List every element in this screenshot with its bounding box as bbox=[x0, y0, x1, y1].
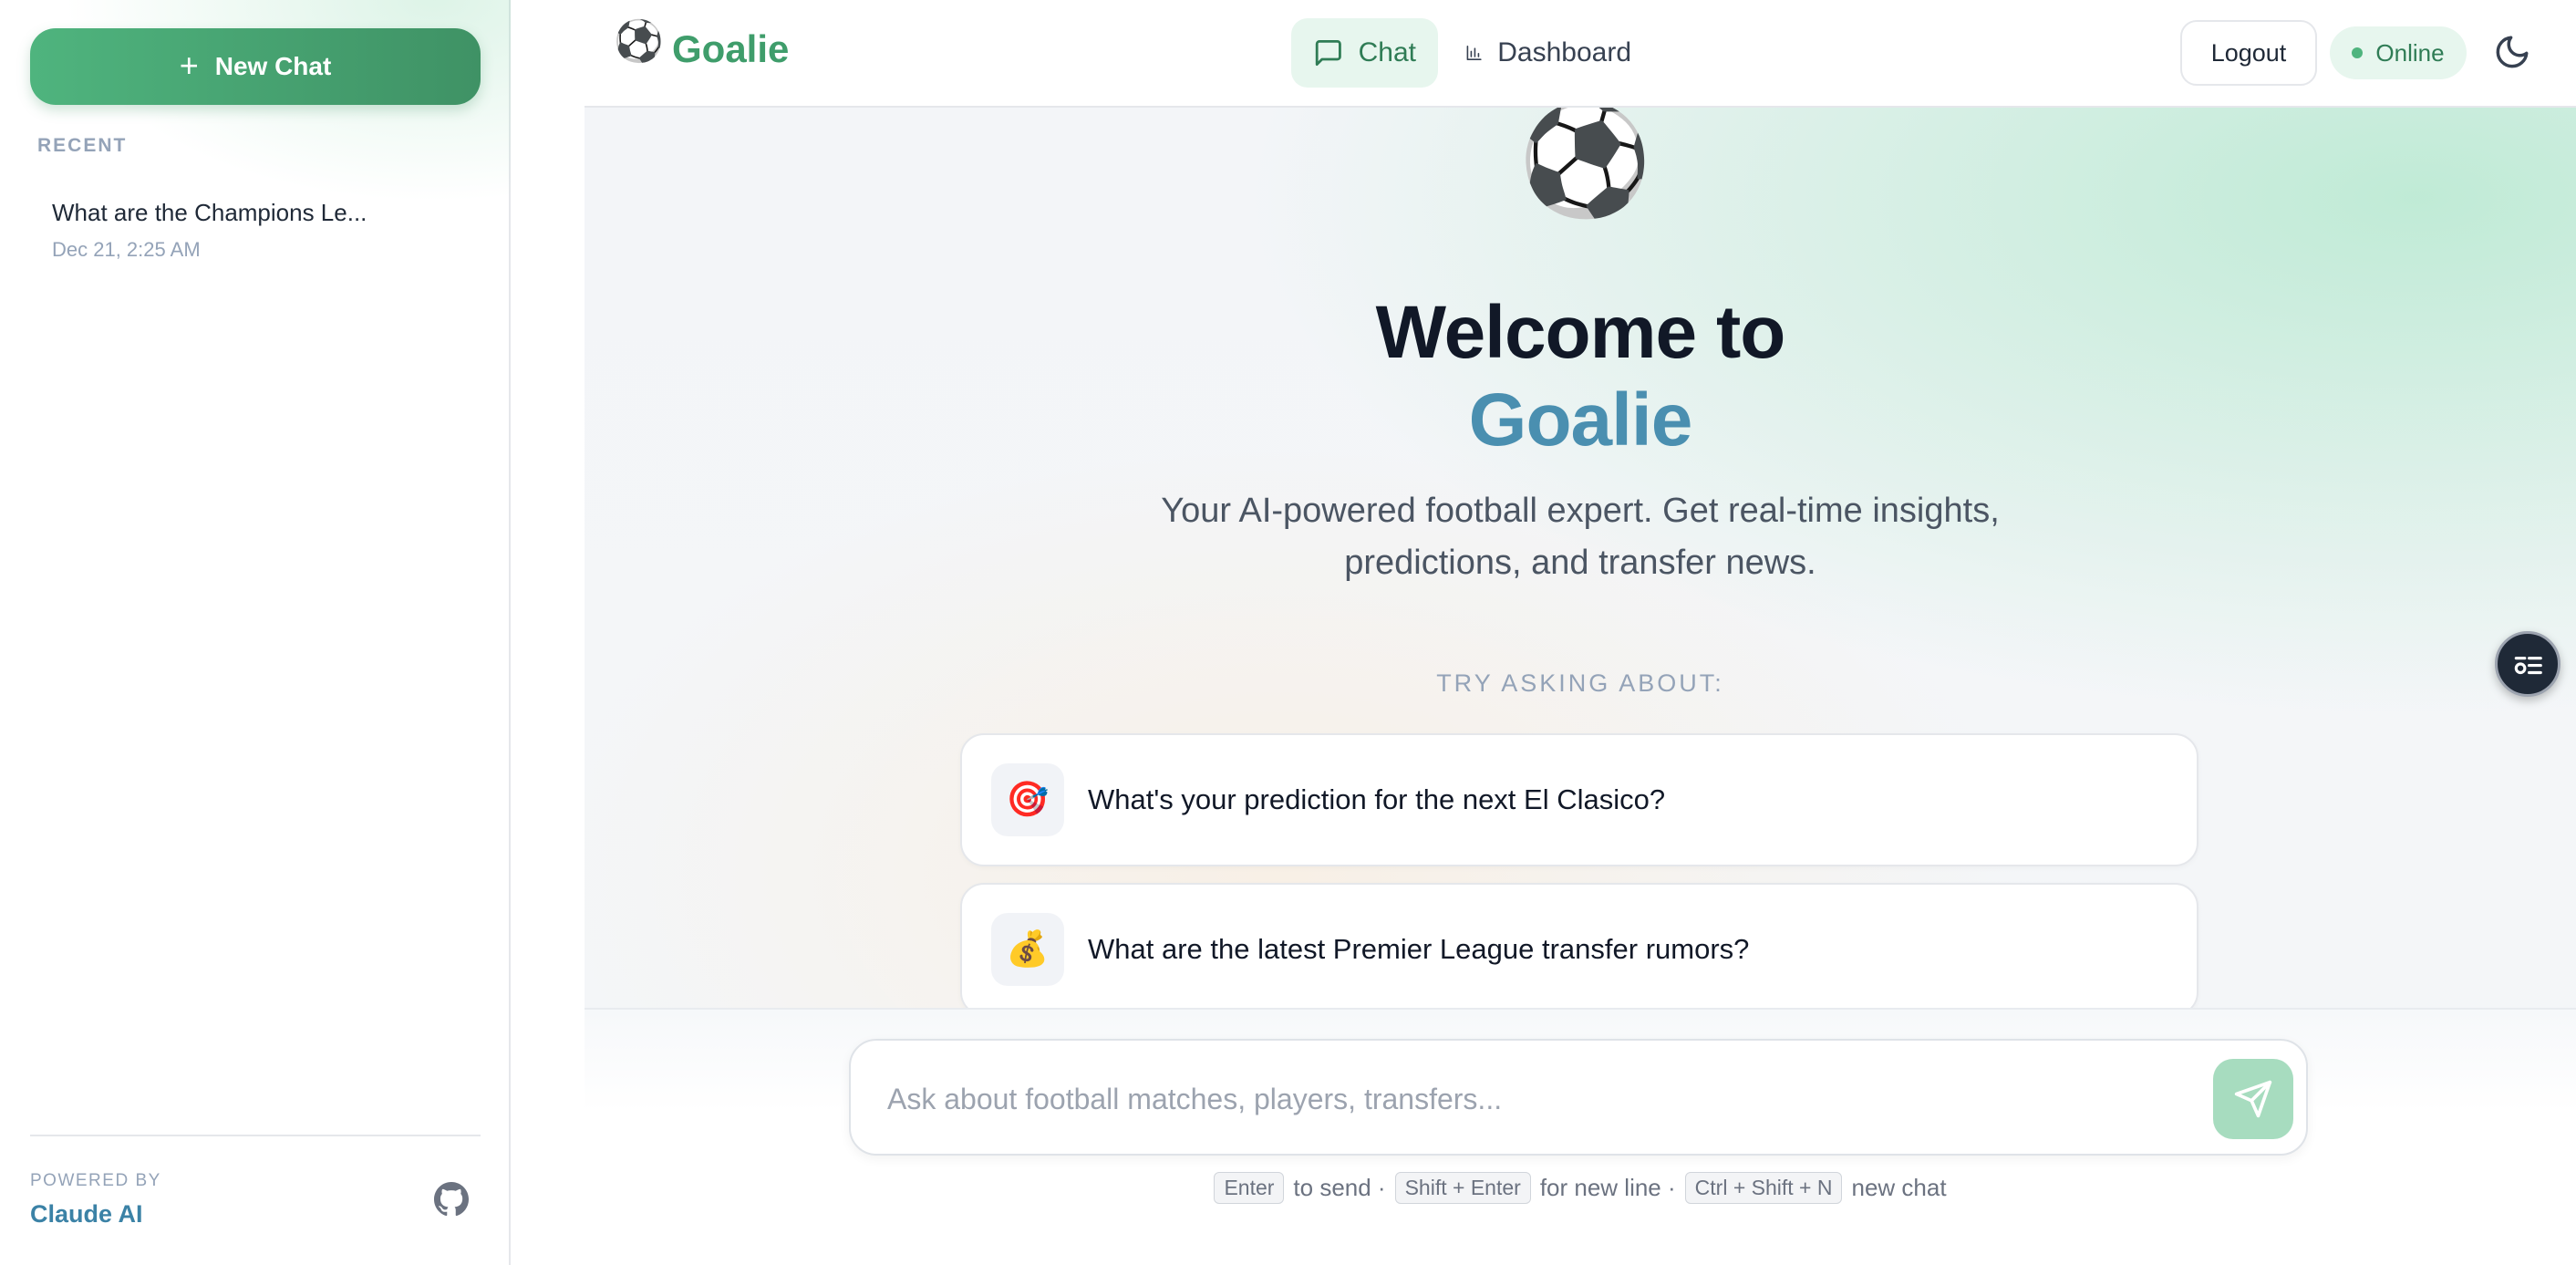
recent-chat-date: Dec 21, 2:25 AM bbox=[52, 238, 201, 261]
toggle-list-icon bbox=[2514, 657, 2542, 675]
status-label: Online bbox=[2375, 38, 2445, 67]
recent-chat-title: What are the Champions Le... bbox=[52, 199, 367, 226]
money-bag-icon: 💰 bbox=[991, 913, 1064, 986]
top-header: ⚽ Goalie Chat Dashboard Logout Online bbox=[585, 0, 2576, 108]
bar-chart-icon bbox=[1466, 45, 1482, 61]
sidebar: + New Chat RECENT What are the Champions… bbox=[0, 0, 511, 1265]
welcome-heading: Welcome to bbox=[1375, 291, 1786, 374]
status-dot bbox=[2352, 47, 2364, 58]
composer: Enter to send · Shift + Enter for new li… bbox=[585, 1008, 2576, 1265]
powered-by-label: POWERED BY bbox=[30, 1171, 161, 1190]
tab-dashboard-label: Dashboard bbox=[1497, 37, 1631, 67]
hint-text: for new line · bbox=[1539, 1174, 1676, 1201]
chat-bubble-icon bbox=[1315, 39, 1341, 67]
tab-dashboard[interactable]: Dashboard bbox=[1443, 18, 1653, 88]
hint-text: new chat bbox=[1851, 1174, 1947, 1201]
soccer-ball-hero-icon: ⚽ bbox=[1518, 108, 1652, 221]
logout-button[interactable]: Logout bbox=[2180, 20, 2317, 86]
plus-icon: + bbox=[179, 46, 199, 84]
status-badge: Online bbox=[2330, 26, 2467, 79]
github-icon[interactable] bbox=[434, 1182, 469, 1217]
recent-chat-item[interactable]: What are the Champions Le... Dec 21, 2:2… bbox=[30, 186, 481, 268]
send-icon bbox=[2234, 1080, 2272, 1118]
suggestion-text: What are the latest Premier League trans… bbox=[1088, 933, 1750, 965]
new-chat-button[interactable]: + New Chat bbox=[30, 28, 481, 105]
floating-toggle-button[interactable] bbox=[2495, 631, 2560, 697]
welcome-subtitle: Your AI-powered football expert. Get rea… bbox=[1161, 492, 2000, 582]
kbd-shift-enter: Shift + Enter bbox=[1394, 1172, 1531, 1204]
target-icon: 🎯 bbox=[991, 763, 1064, 836]
main-content: ⚽ Welcome to Goalie Your AI-powered foot… bbox=[585, 108, 2576, 1008]
claude-ai-link[interactable]: Claude AI bbox=[30, 1200, 143, 1229]
new-chat-label: New Chat bbox=[214, 52, 332, 80]
suggestion-card[interactable]: 💰 What are the latest Premier League tra… bbox=[960, 883, 2198, 1008]
send-button[interactable] bbox=[2213, 1059, 2293, 1139]
moon-icon[interactable] bbox=[2493, 33, 2531, 71]
sidebar-divider bbox=[30, 1135, 481, 1136]
hint-text: to send · bbox=[1293, 1174, 1386, 1201]
suggestion-card[interactable]: 🎯 What's your prediction for the next El… bbox=[960, 733, 2198, 866]
soccer-ball-logo-icon: ⚽ bbox=[614, 19, 664, 64]
chat-input-box bbox=[849, 1039, 2308, 1156]
brand-name[interactable]: Goalie bbox=[672, 27, 789, 71]
tab-chat-label: Chat bbox=[1358, 37, 1416, 67]
recent-heading: RECENT bbox=[37, 135, 128, 156]
tab-chat[interactable]: Chat bbox=[1291, 18, 1438, 88]
try-asking-label: TRY ASKING ABOUT: bbox=[1436, 669, 1724, 697]
kbd-ctrl-shift-n: Ctrl + Shift + N bbox=[1684, 1172, 1843, 1204]
welcome-brand-heading: Goalie bbox=[1468, 378, 1693, 461]
chat-input[interactable] bbox=[887, 1072, 2164, 1126]
kbd-enter: Enter bbox=[1214, 1172, 1285, 1204]
keyboard-hints: Enter to send · Shift + Enter for new li… bbox=[585, 1172, 2576, 1204]
suggestion-text: What's your prediction for the next El C… bbox=[1088, 783, 1666, 815]
